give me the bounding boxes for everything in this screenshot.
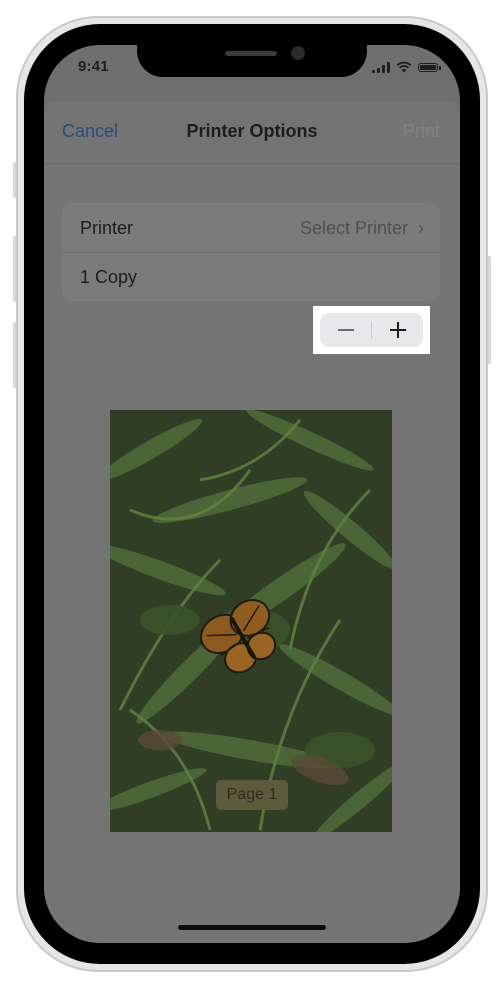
- plus-icon: [389, 322, 406, 338]
- printer-label: Printer: [80, 218, 134, 238]
- battery-icon: [418, 62, 441, 72]
- minus-icon: [337, 329, 354, 331]
- copies-row: 1 Copy: [62, 252, 440, 301]
- status-time: 9:41: [78, 58, 109, 75]
- phone-screen: 9:41 Cancel Printer Options Print Printe…: [44, 45, 460, 943]
- copies-stepper-highlight: [313, 306, 430, 354]
- increment-copies-button[interactable]: [372, 313, 423, 347]
- home-indicator[interactable]: [178, 925, 326, 930]
- select-printer-link[interactable]: Select Printer ›: [300, 218, 424, 239]
- printer-options-group: Printer Select Printer › 1 Copy: [62, 203, 440, 301]
- status-icons: [372, 61, 441, 73]
- copies-stepper[interactable]: [320, 313, 423, 347]
- butterfly-photo: [110, 410, 392, 832]
- copies-label: 1 Copy: [80, 267, 138, 287]
- page-badge: Page 1: [216, 780, 288, 810]
- wifi-icon: [396, 61, 412, 73]
- printer-value: Select Printer: [299, 218, 408, 238]
- printer-options-sheet: Cancel Printer Options Print Printer Sel…: [44, 101, 460, 943]
- chevron-right-icon: ›: [418, 218, 424, 238]
- print-button[interactable]: Print: [403, 121, 440, 142]
- notch: [137, 45, 367, 77]
- front-camera: [291, 46, 305, 60]
- speaker-grille: [225, 51, 277, 56]
- decrement-copies-button[interactable]: [320, 313, 371, 347]
- nav-bar: Cancel Printer Options Print: [44, 101, 460, 164]
- print-preview-page[interactable]: Page 1: [110, 410, 392, 832]
- cellular-signal-icon: [372, 61, 390, 73]
- printer-row[interactable]: Printer Select Printer ›: [62, 203, 440, 253]
- page-title: Printer Options: [186, 121, 318, 141]
